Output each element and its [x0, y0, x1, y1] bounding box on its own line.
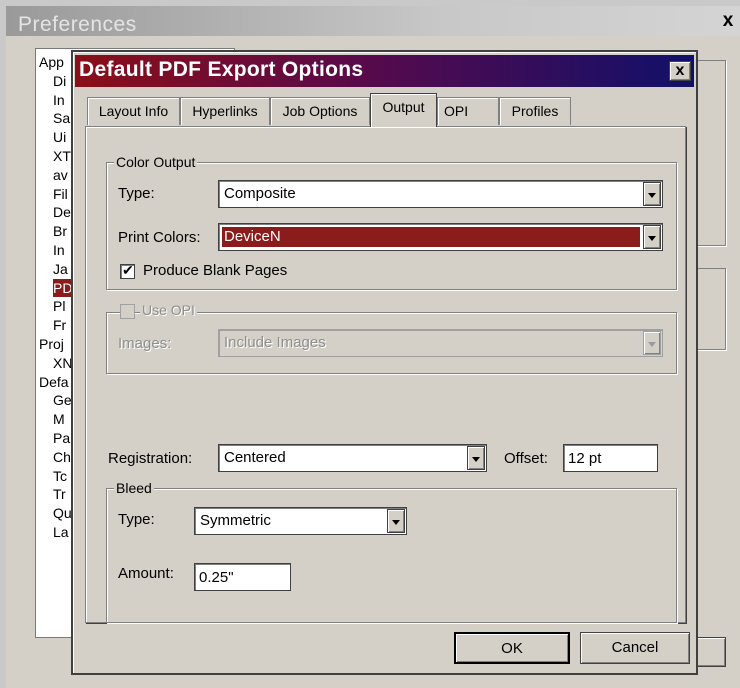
bleed-type-label: Type:	[118, 511, 155, 528]
print-colors-label: Print Colors:	[118, 229, 201, 246]
ok-button[interactable]: OK	[454, 632, 570, 664]
offset-input[interactable]	[563, 444, 658, 472]
tab-output[interactable]: Output	[370, 93, 437, 127]
tab-layout-info[interactable]: Layout Info	[87, 97, 180, 125]
color-type-value: Composite	[224, 185, 296, 202]
bleed-amount-input[interactable]	[194, 563, 291, 591]
produce-blank-pages-label: Produce Blank Pages	[143, 262, 288, 279]
images-dropdown[interactable]: Include Images	[218, 329, 663, 357]
use-opi-label: Use OPI	[140, 302, 197, 318]
preferences-close-icon[interactable]: x	[718, 11, 738, 31]
registration-value: Centered	[224, 449, 286, 466]
tab-opi[interactable]: OPI	[437, 97, 499, 125]
print-colors-value: DeviceN	[224, 228, 281, 245]
bleed-amount-label: Amount:	[118, 565, 174, 582]
tab-hyperlinks[interactable]: Hyperlinks	[180, 97, 270, 125]
chevron-down-icon[interactable]	[387, 509, 405, 533]
print-colors-dropdown[interactable]: DeviceN	[218, 223, 663, 251]
cancel-button[interactable]: Cancel	[580, 632, 690, 664]
tab-profiles[interactable]: Profiles	[499, 97, 571, 125]
offset-label: Offset:	[504, 450, 548, 467]
color-output-legend: Color Output	[114, 154, 198, 170]
preferences-title-bar: Preferences	[6, 6, 740, 36]
chevron-down-icon[interactable]	[643, 182, 661, 206]
bleed-type-dropdown[interactable]: Symmetric	[194, 507, 407, 535]
images-label: Images:	[118, 335, 172, 352]
use-opi-checkbox[interactable]	[120, 304, 135, 319]
bleed-legend: Bleed	[114, 480, 154, 496]
images-value: Include Images	[224, 334, 326, 351]
output-tab-panel: Color Output Type: Composite Print Color…	[85, 126, 686, 623]
dialog-title-bar: Default PDF Export Options x	[75, 55, 694, 87]
dialog-title: Default PDF Export Options	[79, 58, 364, 81]
selection-highlight	[222, 227, 640, 247]
chevron-down-icon[interactable]	[467, 446, 485, 470]
dialog-close-icon[interactable]: x	[669, 61, 691, 81]
pdf-export-options-dialog: Default PDF Export Options x Layout Info…	[71, 50, 698, 675]
chevron-down-icon[interactable]	[643, 331, 661, 355]
tab-job-options[interactable]: Job Options	[270, 97, 370, 125]
color-type-label: Type:	[118, 185, 155, 202]
chevron-down-icon[interactable]	[643, 225, 661, 249]
color-type-dropdown[interactable]: Composite	[218, 180, 663, 208]
registration-dropdown[interactable]: Centered	[218, 444, 487, 472]
preferences-title: Preferences	[18, 13, 137, 36]
bleed-type-value: Symmetric	[200, 512, 271, 529]
produce-blank-pages-checkbox[interactable]	[120, 262, 135, 279]
registration-label: Registration:	[108, 450, 193, 467]
